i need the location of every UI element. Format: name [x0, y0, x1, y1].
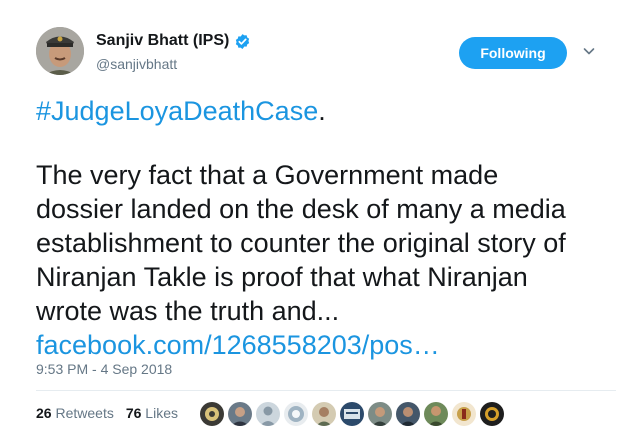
chevron-down-icon[interactable]	[582, 44, 596, 58]
author-avatar[interactable]	[36, 27, 84, 75]
retweets-label: Retweets	[55, 405, 114, 421]
liker-avatars	[200, 402, 504, 426]
liker-avatar[interactable]	[368, 402, 392, 426]
retweets-stat[interactable]: 26 Retweets	[36, 405, 114, 421]
liker-avatar[interactable]	[256, 402, 280, 426]
author-handle[interactable]: @sanjivbhatt	[96, 56, 177, 72]
tweet-timestamp[interactable]: 9:53 PM - 4 Sep 2018	[36, 361, 172, 377]
tweet-text-line: wrote was the truth and...	[36, 296, 340, 326]
liker-avatar[interactable]	[452, 402, 476, 426]
liker-avatar[interactable]	[424, 402, 448, 426]
liker-avatar[interactable]	[396, 402, 420, 426]
liker-avatar[interactable]	[228, 402, 252, 426]
author-display-name[interactable]: Sanjiv Bhatt (IPS)	[96, 32, 229, 50]
tweet-text-line: The very fact that a Government made	[36, 160, 499, 190]
liker-avatar[interactable]	[200, 402, 224, 426]
retweets-count: 26	[36, 405, 52, 421]
tweet-text-line: dossier landed on the desk of many a med…	[36, 194, 566, 224]
hashtag-link[interactable]: #JudgeLoyaDeathCase	[36, 96, 318, 126]
verified-badge-icon	[236, 33, 250, 49]
tweet-card: Sanjiv Bhatt (IPS) @sanjivbhatt Followin…	[0, 0, 635, 438]
liker-avatar[interactable]	[312, 402, 336, 426]
liker-avatar[interactable]	[480, 402, 504, 426]
tweet-text-line: establishment to counter the original st…	[36, 228, 566, 258]
liker-avatar[interactable]	[340, 402, 364, 426]
following-button[interactable]: Following	[459, 37, 567, 69]
likes-count: 76	[125, 405, 142, 421]
tweet-text-line: Niranjan Takle is proof that what Niranj…	[36, 262, 528, 292]
hashtag-suffix: .	[318, 96, 326, 126]
liker-avatar[interactable]	[284, 402, 308, 426]
avatar-photo	[36, 27, 84, 75]
likes-stat[interactable]: 76 Likes	[126, 405, 178, 421]
tweet-stats: 26 Retweets 76 Likes	[36, 405, 190, 421]
tweet-hashtag-line: #JudgeLoyaDeathCase.	[36, 94, 326, 128]
tweet-external-link[interactable]: facebook.com/1268558203/pos…	[36, 328, 606, 362]
author-name-row: Sanjiv Bhatt (IPS)	[96, 32, 251, 50]
divider	[36, 390, 616, 391]
tweet-text: The very fact that a Government made dos…	[36, 158, 606, 362]
likes-label: Likes	[145, 405, 178, 421]
